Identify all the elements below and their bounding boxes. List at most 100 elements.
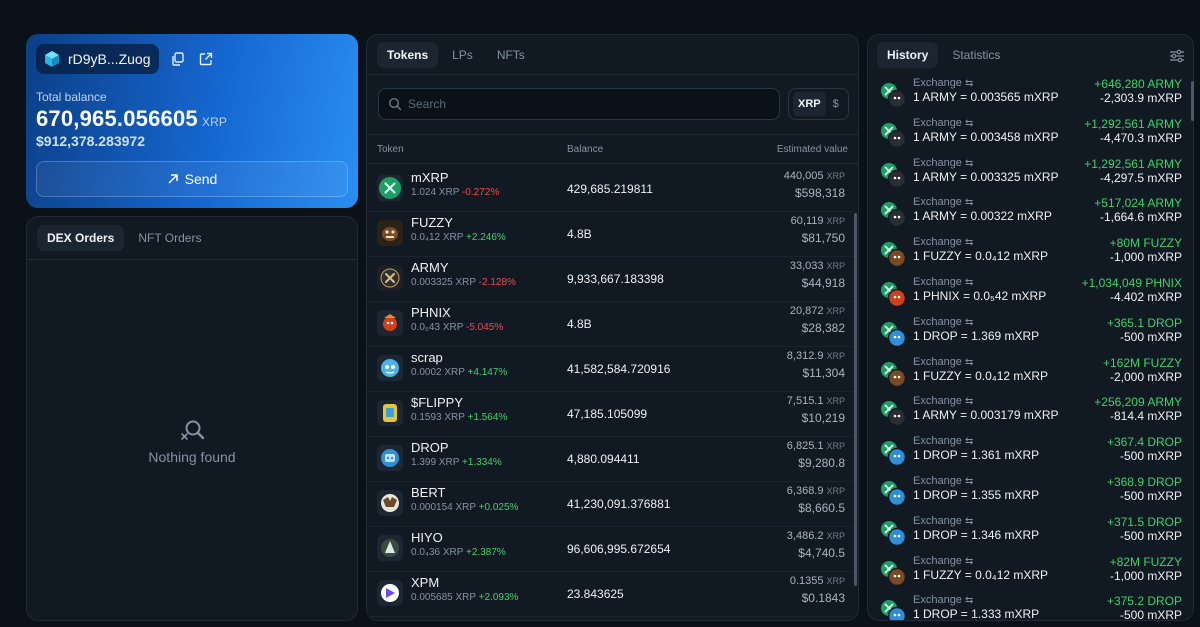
history-rate: 1 ARMY = 0.003458 mXRP [913, 129, 1059, 144]
token-change: +0.025% [478, 502, 519, 513]
header-balance: Balance [567, 144, 604, 155]
token-xrp-value: 3,486.2 XRP [787, 530, 845, 542]
token-name: XPM [411, 575, 440, 590]
swap-icon: ⇆ [965, 197, 974, 209]
token-row[interactable]: ARMY 0.003325 XRP -2.128% 9,933,667.1833… [367, 257, 853, 302]
xrp-amount: 6,825.1 [786, 440, 824, 452]
history-sent: -1,000 mXRP [1109, 568, 1182, 583]
xrp-amount: 0.1355 [789, 575, 824, 587]
token-price-line: 1.399 XRP +1.334% [411, 457, 502, 468]
history-type: Exchange ⇆ [913, 475, 973, 487]
token-list-scrollbar[interactable] [854, 213, 857, 586]
token-row[interactable]: FUZZY 0.0₄12 XRP +2.246% 4.8B 60,119 XRP … [367, 212, 853, 257]
token-balance: 9,933,667.183398 [567, 272, 664, 286]
xrp-unit: XRP [826, 261, 845, 271]
tab-nfts[interactable]: NFTs [487, 42, 535, 68]
history-row[interactable]: Exchange ⇆ 1 PHNIX = 0.0₅42 mXRP +1,034,04… [868, 276, 1188, 316]
history-sent: -2,000 mXRP [1109, 369, 1182, 384]
history-row[interactable]: Exchange ⇆ 1 ARMY = 0.003325 mXRP +1,292,5… [868, 157, 1188, 197]
history-type: Exchange ⇆ [913, 356, 973, 368]
token-row[interactable]: $FLIPPY 0.1593 XRP +1.564% 47,185.105099… [367, 392, 853, 437]
token-price-line: 0.0₄12 XRP +2.246% [411, 232, 506, 243]
search-input[interactable] [408, 97, 768, 111]
search-box[interactable] [378, 88, 780, 120]
history-type-label: Exchange [913, 514, 962, 527]
swap-icon: ⇆ [965, 316, 974, 328]
token-name: mXRP [411, 170, 449, 185]
history-type: Exchange ⇆ [913, 594, 973, 606]
history-rate: 1 ARMY = 0.003325 mXRP [913, 169, 1059, 184]
token-xrp-value: 60,119 XRP [791, 215, 845, 227]
history-type: Exchange ⇆ [913, 515, 973, 527]
token-xrp-value: 6,825.1 XRP [787, 440, 845, 452]
history-row[interactable]: Exchange ⇆ 1 FUZZY = 0.0₄12 mXRP +82M FUZZ… [868, 555, 1188, 595]
history-row[interactable]: Exchange ⇆ 1 FUZZY = 0.0₄12 mXRP +80M FUZZ… [868, 236, 1188, 276]
fuzzy-mxrp-icon [881, 560, 907, 586]
history-row[interactable]: Exchange ⇆ 1 DROP = 1.355 mXRP +368.9 DROP… [868, 475, 1188, 515]
empty-text: Nothing found [148, 449, 236, 465]
token-price: 0.1593 XRP [411, 412, 465, 423]
token-usd-value: $9,280.8 [798, 456, 845, 470]
token-row[interactable]: BERT 0.000154 XRP +0.025% 41,230,091.376… [367, 482, 853, 527]
address-pill[interactable]: rD9yB...Zuog [36, 44, 160, 74]
tab-statistics[interactable]: Statistics [942, 42, 1010, 68]
token-change: +1.334% [461, 457, 502, 468]
copy-icon[interactable] [170, 51, 186, 67]
sliders-icon[interactable] [1169, 48, 1185, 64]
history-type-label: Exchange [913, 156, 962, 169]
tab-tokens[interactable]: Tokens [377, 42, 439, 68]
divider [367, 134, 858, 135]
history-row[interactable]: Exchange ⇆ 1 ARMY = 0.003458 mXRP +1,292,5… [868, 117, 1188, 157]
history-row[interactable]: Exchange ⇆ 1 DROP = 1.333 mXRP +375.2 DROP… [868, 594, 1188, 620]
history-row[interactable]: Exchange ⇆ 1 ARMY = 0.00322 mXRP +517,024 … [868, 196, 1188, 236]
tab-lps[interactable]: LPs [442, 42, 483, 68]
army-icon [377, 265, 403, 291]
token-name: HIYO [411, 530, 443, 545]
token-balance: 4.8B [567, 317, 592, 331]
drop-mxrp-icon [881, 441, 907, 467]
currency-usd[interactable]: $ [828, 92, 844, 116]
history-rate: 1 ARMY = 0.003565 mXRP [913, 90, 1059, 104]
external-link-icon[interactable] [198, 51, 214, 67]
history-panel: History Statistics Exchange ⇆ 1 ARMY = 0.… [867, 34, 1194, 621]
token-row[interactable]: scrap 0.0002 XRP +4.147% 41,582,584.7209… [367, 347, 853, 392]
divider [367, 74, 858, 75]
history-sent: -500 mXRP [1119, 488, 1182, 503]
scrap-icon [377, 355, 403, 381]
send-button[interactable]: Send [36, 161, 348, 197]
history-type-label: Exchange [913, 395, 962, 408]
xrp-unit: XRP [826, 396, 845, 406]
xrp-unit: XRP [826, 216, 845, 226]
history-type-label: Exchange [913, 77, 962, 89]
token-balance: 429,685.219811 [567, 182, 653, 196]
history-type-label: Exchange [913, 474, 962, 487]
currency-xrp[interactable]: XRP [793, 92, 826, 116]
token-row[interactable]: mXRP 1.024 XRP -0.272% 429,685.219811 44… [367, 167, 853, 212]
history-row[interactable]: Exchange ⇆ 1 FUZZY = 0.0₄12 mXRP +162M FUZ… [868, 356, 1188, 396]
xrp-unit: XRP [826, 351, 845, 361]
history-row[interactable]: Exchange ⇆ 1 ARMY = 0.003179 mXRP +256,209… [868, 395, 1188, 435]
token-price-line: 0.000154 XRP +0.025% [411, 502, 518, 513]
history-row[interactable]: Exchange ⇆ 1 DROP = 1.369 mXRP +365.1 DROP… [868, 316, 1188, 356]
drop-mxrp-icon [881, 520, 907, 547]
tab-history[interactable]: History [877, 42, 939, 68]
xrp-amount: 7,515.1 [786, 395, 824, 407]
token-price: 1.024 XRP [411, 187, 460, 198]
search-not-found-icon [181, 420, 205, 440]
history-row[interactable]: Exchange ⇆ 1 DROP = 1.346 mXRP +371.5 DROP… [868, 515, 1188, 555]
history-type-label: Exchange [913, 355, 962, 368]
total-balance-label: Total balance [36, 90, 107, 104]
token-row[interactable]: PHNIX 0.0₅43 XRP -5.045% 4.8B 20,872 XRP … [367, 302, 853, 347]
history-row[interactable]: Exchange ⇆ 1 ARMY = 0.003565 mXRP +646,280… [868, 77, 1188, 117]
history-scrollbar[interactable] [1191, 81, 1194, 121]
token-row[interactable]: XPM 0.005685 XRP +2.093% 23.843625 0.135… [367, 572, 853, 617]
history-row[interactable]: Exchange ⇆ 1 DROP = 1.361 mXRP +367.4 DROP… [868, 435, 1188, 475]
history-rate: 1 DROP = 1.361 mXRP [913, 448, 1040, 463]
token-price-line: 0.0002 XRP +4.147% [411, 367, 507, 378]
token-row[interactable]: DROP 1.399 XRP +1.334% 4,880.094411 6,82… [367, 437, 853, 482]
cube-icon [45, 51, 59, 67]
tab-nft-orders[interactable]: NFT Orders [128, 225, 211, 251]
token-change: +2.387% [466, 547, 506, 558]
token-row[interactable]: HIYO 0.0₄36 XRP +2.387% 96,606,995.67265… [367, 527, 853, 572]
tab-dex-orders[interactable]: DEX Orders [37, 225, 125, 251]
